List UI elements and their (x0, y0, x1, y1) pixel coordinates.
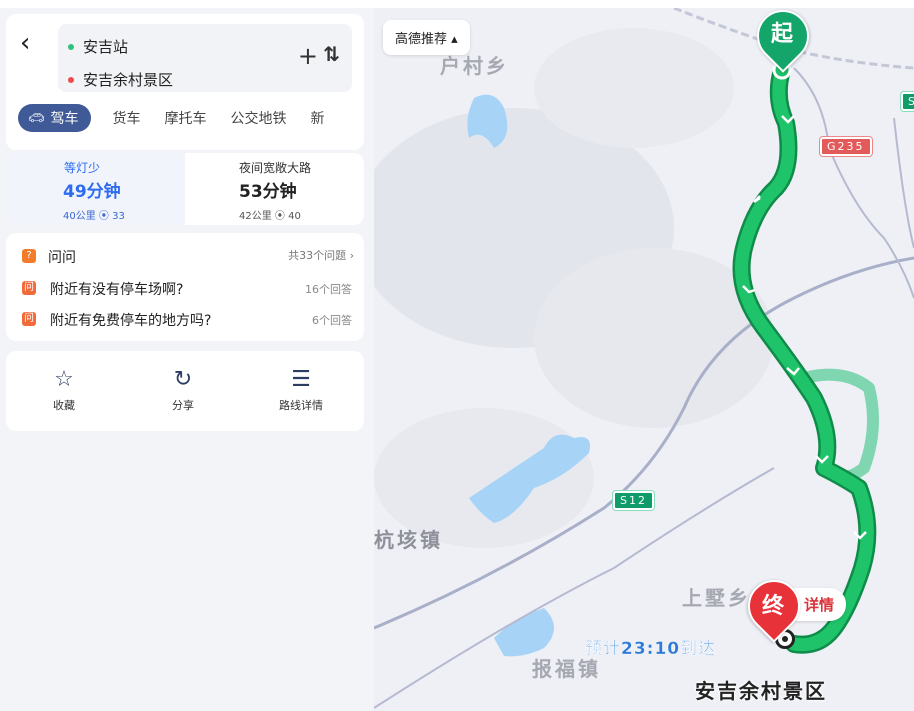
tab-drive[interactable]: 🚗︎ 驾车 (18, 104, 91, 132)
qa-card: ? 问问 共33个问题 › 问 附近有没有停车场啊? 16个回答 问 附近有免费… (6, 233, 364, 341)
qa-total-label: 共33个问题 (288, 249, 347, 262)
traffic-light-icon: ⦿ (98, 211, 109, 222)
back-button[interactable]: ‹ (20, 30, 30, 56)
qa-question[interactable]: 附近有免费停车的地方吗? (50, 310, 211, 330)
top-edge (0, 0, 914, 8)
route-recommend-dropdown[interactable]: 高德推荐 ▴ (383, 20, 470, 55)
endpoints-box: 安吉站 安吉余村景区 + ⇅ (58, 24, 352, 92)
start-label: 安吉站 (83, 38, 129, 56)
chevron-right-icon: › (349, 249, 354, 262)
share-icon: ↻ (173, 367, 193, 392)
start-marker-label: 起 (770, 22, 793, 47)
end-label: 安吉余村景区 (83, 71, 174, 89)
transport-mode-tabs: 🚗︎ 驾车 货车 摩托车 公交地铁 新 (18, 104, 325, 132)
favorite-button[interactable]: ☆ 收藏 (24, 367, 104, 413)
question-badge-icon: 问 (22, 281, 36, 295)
tab-new[interactable]: 新 (311, 108, 325, 128)
qa-answer-count: 6个回答 (312, 314, 352, 327)
qa-question[interactable]: 附近有没有停车场啊? (50, 279, 183, 299)
route-meta: 40公里 ⦿ 33 (63, 207, 125, 222)
route-distance: 40公里 (63, 211, 96, 222)
route-option[interactable]: 夜间宽敞大路 53分钟 42公里 ⦿ 40 (185, 153, 364, 225)
reservoir (494, 608, 554, 657)
tab-motorcycle[interactable]: 摩托车 (165, 108, 207, 128)
share-label: 分享 (172, 399, 194, 412)
traffic-light-count: 33 (112, 211, 125, 222)
highway-shield: S (901, 92, 914, 111)
start-field[interactable]: 安吉站 (68, 36, 128, 57)
add-waypoint-button[interactable]: + (298, 44, 318, 68)
route-header: ‹ 安吉站 安吉余村景区 + ⇅ 🚗︎ 驾车 货车 摩托车 公交地铁 新 (6, 14, 364, 150)
place-label: 上墅乡 (682, 586, 751, 610)
star-icon: ☆ (54, 367, 74, 392)
chevron-left-icon: ‹ (20, 28, 31, 58)
road (893, 117, 914, 249)
list-icon: ☰ (291, 367, 311, 392)
place-label: 杭垓镇 (374, 528, 443, 552)
route-time: 53分钟 (239, 182, 297, 202)
question-badge-icon: 问 (22, 312, 36, 326)
question-bubble-icon: ? (22, 249, 36, 263)
highway-shield-g235: G235 (820, 137, 872, 156)
action-bar: ☆ 收藏 ↻ 分享 ☰ 路线详情 (6, 351, 364, 431)
highway-shield-s12: S12 (613, 491, 654, 510)
route-details-button[interactable]: ☰ 路线详情 (261, 367, 341, 413)
route-meta: 42公里 ⦿ 40 (239, 207, 301, 222)
destination-label: 安吉余村景区 (695, 679, 827, 703)
traffic-light-icon: ⦿ (274, 211, 285, 222)
end-marker-label: 终 (761, 594, 784, 619)
route-name: 等灯少 (64, 161, 101, 175)
route-name: 夜间宽敞大路 (239, 161, 312, 175)
route-option-selected[interactable]: 等灯少 49分钟 40公里 ⦿ 33 (6, 153, 185, 225)
swap-icon: ⇅ (323, 42, 340, 66)
plus-icon: + (297, 42, 318, 70)
share-button[interactable]: ↻ 分享 (143, 367, 223, 413)
tab-transit[interactable]: 公交地铁 (231, 108, 287, 128)
qa-answer-count: 16个回答 (305, 283, 352, 296)
end-dot-icon (68, 76, 74, 83)
route-distance: 42公里 (239, 211, 272, 222)
route-panel: ‹ 安吉站 安吉余村景区 + ⇅ 🚗︎ 驾车 货车 摩托车 公交地铁 新 等灯少… (0, 8, 374, 711)
caret-up-icon: ▴ (451, 32, 458, 47)
favorite-label: 收藏 (53, 399, 75, 412)
qa-total-link[interactable]: 共33个问题 › (288, 247, 354, 263)
route-options: 等灯少 49分钟 40公里 ⦿ 33 夜间宽敞大路 53分钟 42公里 ⦿ 40 (6, 153, 364, 225)
traffic-light-count: 40 (288, 211, 301, 222)
tab-truck[interactable]: 货车 (113, 108, 141, 128)
car-icon: 🚗︎ (28, 110, 45, 126)
tab-label: 驾车 (50, 111, 79, 127)
terrain-hills (534, 28, 734, 148)
route-details-label: 路线详情 (279, 399, 323, 412)
end-field[interactable]: 安吉余村景区 (68, 69, 173, 90)
road (793, 67, 914, 299)
recommend-label: 高德推荐 (395, 32, 448, 47)
qa-title: 问问 (48, 250, 76, 266)
eta-label: 预计23:10到达 (585, 639, 717, 659)
swap-button[interactable]: ⇅ (323, 44, 340, 64)
route-time: 49分钟 (63, 182, 121, 202)
start-dot-icon (68, 43, 74, 50)
